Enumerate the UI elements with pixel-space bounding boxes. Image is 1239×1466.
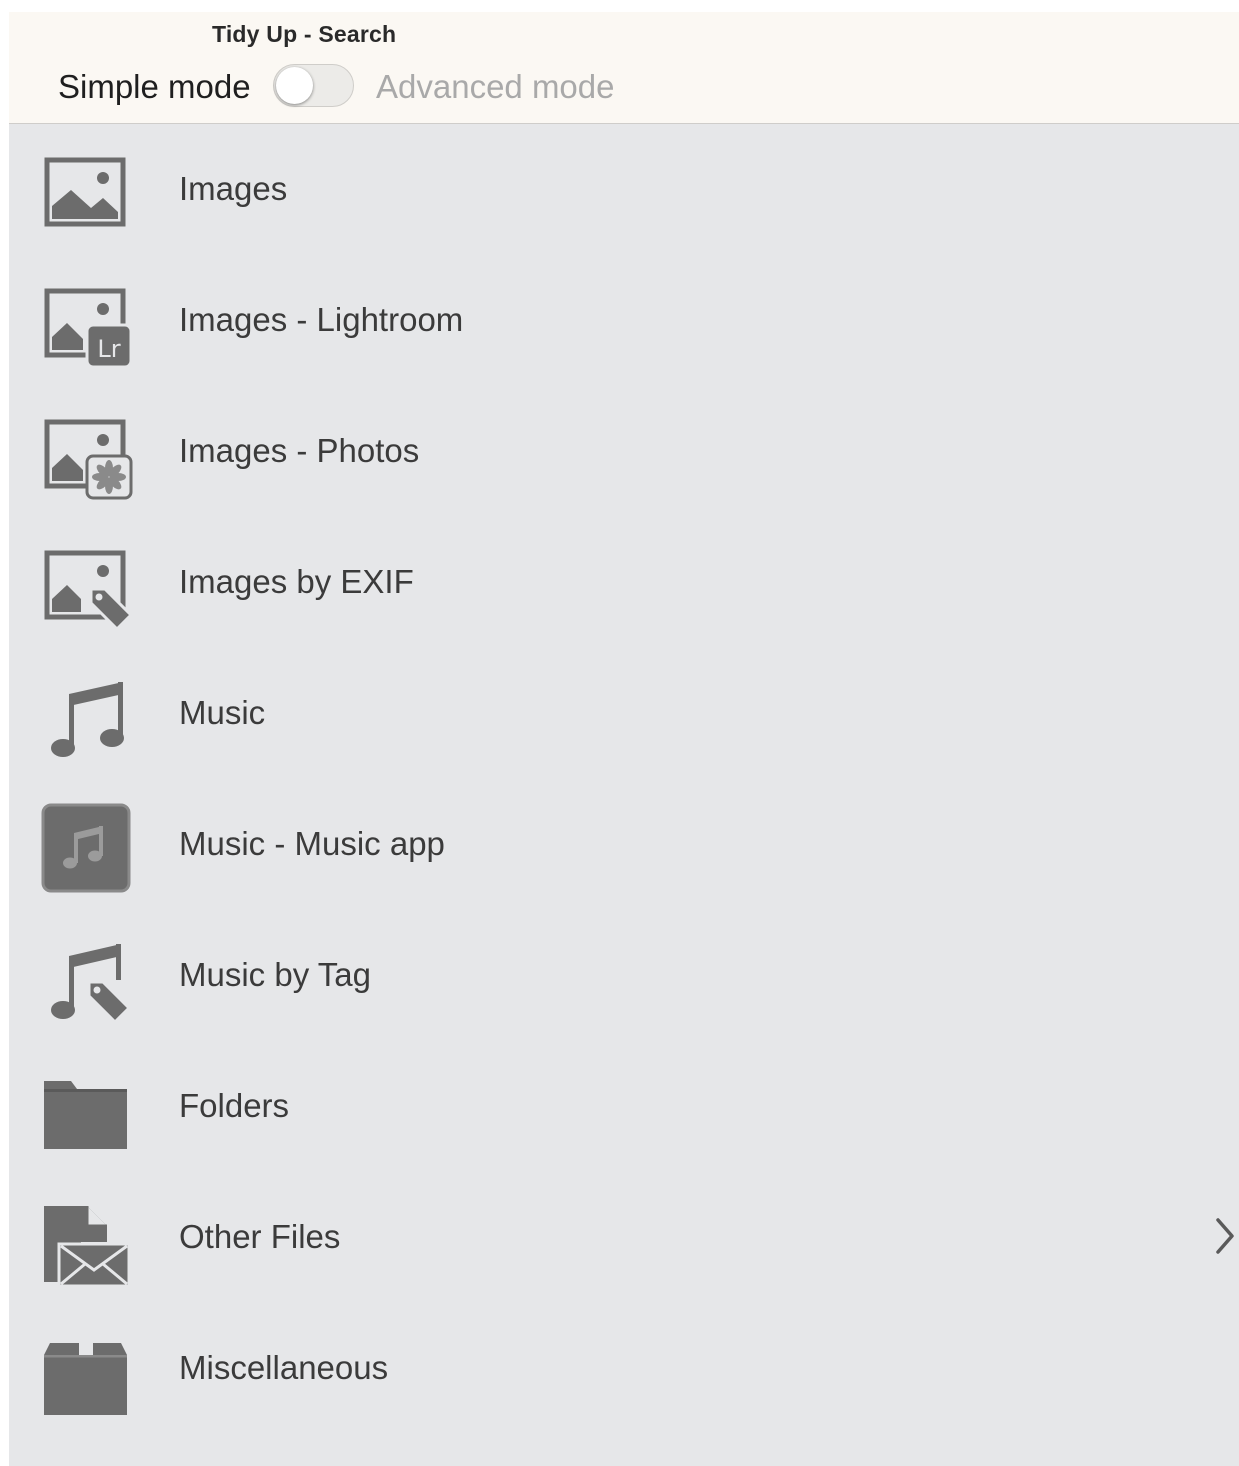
category-item-music-tag[interactable]: Music by Tag: [9, 910, 1239, 1041]
category-item-music[interactable]: Music: [9, 648, 1239, 779]
search-window: Tidy Up - Search Simple mode Advanced mo…: [9, 12, 1239, 1466]
category-label: Images - Photos: [179, 432, 420, 469]
header: Tidy Up - Search Simple mode Advanced mo…: [9, 12, 1239, 124]
svg-text:Lr: Lr: [97, 335, 120, 363]
chevron-right-icon[interactable]: [1214, 1216, 1236, 1256]
category-label: Other Files: [179, 1218, 341, 1255]
box-icon: [44, 1341, 127, 1415]
category-item-other-files[interactable]: Other Files: [9, 1172, 1239, 1303]
image-photos-icon: [44, 419, 133, 500]
category-label: Miscellaneous: [179, 1349, 389, 1386]
mode-toggle[interactable]: [273, 64, 354, 107]
category-label: Images - Lightroom: [179, 301, 464, 338]
category-item-images-photos[interactable]: Images - Photos: [9, 386, 1239, 517]
files-icon: [44, 1206, 131, 1286]
category-item-folders[interactable]: Folders: [9, 1041, 1239, 1172]
music-app-icon: [41, 803, 131, 893]
category-item-music-app[interactable]: Music - Music app: [9, 779, 1239, 910]
category-item-miscellaneous[interactable]: Miscellaneous: [9, 1303, 1239, 1434]
category-label: Music - Music app: [179, 825, 445, 862]
category-item-images[interactable]: Images: [9, 124, 1239, 255]
image-icon: [44, 157, 126, 227]
category-label: Images by EXIF: [179, 563, 414, 600]
advanced-mode-label: Advanced mode: [376, 68, 615, 105]
simple-mode-label: Simple mode: [58, 68, 251, 105]
category-label: Music by Tag: [179, 956, 371, 993]
category-label: Music: [179, 694, 266, 731]
category-label: Images: [179, 170, 288, 207]
music-note-icon: [51, 682, 124, 757]
category-item-images-lightroom[interactable]: Lr Images - Lightroom: [9, 255, 1239, 386]
image-lightroom-icon: Lr: [44, 288, 133, 369]
music-tag-icon: [51, 944, 131, 1024]
category-label: Folders: [179, 1087, 290, 1124]
mode-toggle-knob: [276, 67, 313, 104]
image-tag-icon: [44, 550, 133, 631]
category-item-images-exif[interactable]: Images by EXIF: [9, 517, 1239, 648]
window-title: Tidy Up - Search: [212, 21, 397, 47]
folder-icon: [44, 1081, 127, 1149]
